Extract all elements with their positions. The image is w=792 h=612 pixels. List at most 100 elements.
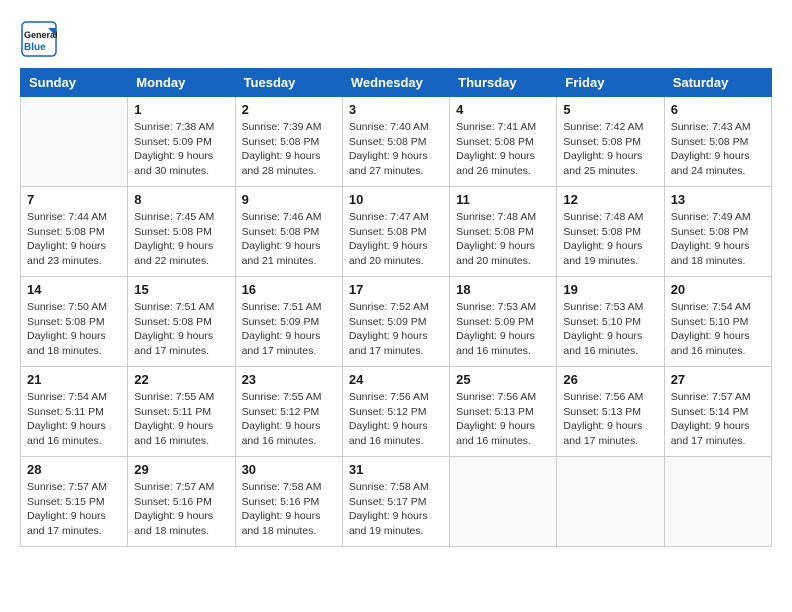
weekday-header-friday: Friday [557, 69, 664, 97]
day-number: 21 [27, 372, 121, 387]
day-info: Sunrise: 7:56 AMSunset: 5:12 PMDaylight:… [349, 390, 443, 449]
day-info: Sunrise: 7:46 AMSunset: 5:08 PMDaylight:… [242, 210, 336, 269]
day-number: 16 [242, 282, 336, 297]
logo-icon: General Blue [20, 20, 58, 58]
day-info: Sunrise: 7:55 AMSunset: 5:12 PMDaylight:… [242, 390, 336, 449]
day-info: Sunrise: 7:58 AMSunset: 5:17 PMDaylight:… [349, 480, 443, 539]
day-number: 4 [456, 102, 550, 117]
calendar-cell: 2 Sunrise: 7:39 AMSunset: 5:08 PMDaylight… [235, 97, 342, 187]
calendar-cell [21, 97, 128, 187]
calendar-cell: 16Sunrise: 7:51 AMSunset: 5:09 PMDayligh… [235, 277, 342, 367]
calendar-cell: 10 Sunrise: 7:47 AMSunset: 5:08 PMDayligh… [342, 187, 449, 277]
calendar-cell: 3 Sunrise: 7:40 AMSunset: 5:08 PMDaylight… [342, 97, 449, 187]
page-header: General Blue [20, 20, 772, 58]
calendar-cell: 25Sunrise: 7:56 AMSunset: 5:13 PMDayligh… [450, 367, 557, 457]
calendar-cell: 15 Sunrise: 7:51 AMSunset: 5:08 PMDayligh… [128, 277, 235, 367]
day-info: Sunrise: 7:51 AMSunset: 5:08 PMDaylight:… [134, 300, 228, 359]
calendar-cell: 24 Sunrise: 7:56 AMSunset: 5:12 PMDayligh… [342, 367, 449, 457]
day-info: Sunrise: 7:48 AMSunset: 5:08 PMDaylight:… [456, 210, 550, 269]
calendar-cell: 22 Sunrise: 7:55 AMSunset: 5:11 PMDayligh… [128, 367, 235, 457]
day-number: 15 [134, 282, 228, 297]
calendar-week-4: 21Sunrise: 7:54 AMSunset: 5:11 PMDayligh… [21, 367, 772, 457]
day-number: 2 [242, 102, 336, 117]
day-info: Sunrise: 7:52 AMSunset: 5:09 PMDaylight:… [349, 300, 443, 359]
calendar-week-1: 1 Sunrise: 7:38 AMSunset: 5:09 PMDaylight… [21, 97, 772, 187]
calendar-cell: 5 Sunrise: 7:42 AMSunset: 5:08 PMDaylight… [557, 97, 664, 187]
weekday-header-tuesday: Tuesday [235, 69, 342, 97]
day-number: 26 [563, 372, 657, 387]
day-number: 22 [134, 372, 228, 387]
day-info: Sunrise: 7:39 AMSunset: 5:08 PMDaylight:… [242, 120, 336, 179]
day-number: 12 [563, 192, 657, 207]
day-number: 28 [27, 462, 121, 477]
day-info: Sunrise: 7:53 AMSunset: 5:09 PMDaylight:… [456, 300, 550, 359]
calendar-body: 1 Sunrise: 7:38 AMSunset: 5:09 PMDaylight… [21, 97, 772, 547]
calendar-cell: 23 Sunrise: 7:55 AMSunset: 5:12 PMDayligh… [235, 367, 342, 457]
calendar-week-5: 28 Sunrise: 7:57 AMSunset: 5:15 PMDayligh… [21, 457, 772, 547]
day-info: Sunrise: 7:55 AMSunset: 5:11 PMDaylight:… [134, 390, 228, 449]
calendar-cell: 19 Sunrise: 7:53 AMSunset: 5:10 PMDayligh… [557, 277, 664, 367]
day-info: Sunrise: 7:43 AMSunset: 5:08 PMDaylight:… [671, 120, 765, 179]
day-number: 5 [563, 102, 657, 117]
day-number: 23 [242, 372, 336, 387]
calendar-week-3: 14Sunrise: 7:50 AMSunset: 5:08 PMDayligh… [21, 277, 772, 367]
day-number: 13 [671, 192, 765, 207]
day-info: Sunrise: 7:58 AMSunset: 5:16 PMDaylight:… [242, 480, 336, 539]
day-number: 3 [349, 102, 443, 117]
day-number: 10 [349, 192, 443, 207]
day-info: Sunrise: 7:53 AMSunset: 5:10 PMDaylight:… [563, 300, 657, 359]
day-number: 18 [456, 282, 550, 297]
day-number: 24 [349, 372, 443, 387]
day-number: 29 [134, 462, 228, 477]
day-info: Sunrise: 7:56 AMSunset: 5:13 PMDaylight:… [456, 390, 550, 449]
calendar-cell: 13 Sunrise: 7:49 AMSunset: 5:08 PMDayligh… [664, 187, 771, 277]
day-number: 17 [349, 282, 443, 297]
calendar-cell: 18 Sunrise: 7:53 AMSunset: 5:09 PMDayligh… [450, 277, 557, 367]
day-number: 14 [27, 282, 121, 297]
day-number: 11 [456, 192, 550, 207]
day-info: Sunrise: 7:48 AMSunset: 5:08 PMDaylight:… [563, 210, 657, 269]
calendar-cell: 8 Sunrise: 7:45 AMSunset: 5:08 PMDaylight… [128, 187, 235, 277]
weekday-header-sunday: Sunday [21, 69, 128, 97]
calendar-cell: 29 Sunrise: 7:57 AMSunset: 5:16 PMDayligh… [128, 457, 235, 547]
day-info: Sunrise: 7:38 AMSunset: 5:09 PMDaylight:… [134, 120, 228, 179]
calendar-table: SundayMondayTuesdayWednesdayThursdayFrid… [20, 68, 772, 547]
day-number: 7 [27, 192, 121, 207]
day-number: 9 [242, 192, 336, 207]
calendar-cell: 30 Sunrise: 7:58 AMSunset: 5:16 PMDayligh… [235, 457, 342, 547]
day-info: Sunrise: 7:49 AMSunset: 5:08 PMDaylight:… [671, 210, 765, 269]
weekday-header-monday: Monday [128, 69, 235, 97]
day-info: Sunrise: 7:42 AMSunset: 5:08 PMDaylight:… [563, 120, 657, 179]
calendar-cell: 28 Sunrise: 7:57 AMSunset: 5:15 PMDayligh… [21, 457, 128, 547]
day-number: 8 [134, 192, 228, 207]
weekday-header-wednesday: Wednesday [342, 69, 449, 97]
calendar-cell: 12 Sunrise: 7:48 AMSunset: 5:08 PMDayligh… [557, 187, 664, 277]
day-info: Sunrise: 7:47 AMSunset: 5:08 PMDaylight:… [349, 210, 443, 269]
day-number: 6 [671, 102, 765, 117]
day-number: 1 [134, 102, 228, 117]
calendar-cell: 27Sunrise: 7:57 AMSunset: 5:14 PMDayligh… [664, 367, 771, 457]
day-info: Sunrise: 7:57 AMSunset: 5:16 PMDaylight:… [134, 480, 228, 539]
day-info: Sunrise: 7:57 AMSunset: 5:15 PMDaylight:… [27, 480, 121, 539]
day-number: 19 [563, 282, 657, 297]
calendar-cell: 1 Sunrise: 7:38 AMSunset: 5:09 PMDaylight… [128, 97, 235, 187]
calendar-cell [664, 457, 771, 547]
day-number: 31 [349, 462, 443, 477]
day-info: Sunrise: 7:56 AMSunset: 5:13 PMDaylight:… [563, 390, 657, 449]
calendar-cell: 11 Sunrise: 7:48 AMSunset: 5:08 PMDayligh… [450, 187, 557, 277]
calendar-header-row: SundayMondayTuesdayWednesdayThursdayFrid… [21, 69, 772, 97]
day-info: Sunrise: 7:45 AMSunset: 5:08 PMDaylight:… [134, 210, 228, 269]
calendar-cell: 7Sunrise: 7:44 AMSunset: 5:08 PMDaylight… [21, 187, 128, 277]
day-number: 27 [671, 372, 765, 387]
day-info: Sunrise: 7:41 AMSunset: 5:08 PMDaylight:… [456, 120, 550, 179]
calendar-cell: 9 Sunrise: 7:46 AMSunset: 5:08 PMDaylight… [235, 187, 342, 277]
weekday-header-saturday: Saturday [664, 69, 771, 97]
calendar-cell: 21Sunrise: 7:54 AMSunset: 5:11 PMDayligh… [21, 367, 128, 457]
calendar-cell [557, 457, 664, 547]
calendar-cell: 26 Sunrise: 7:56 AMSunset: 5:13 PMDayligh… [557, 367, 664, 457]
day-number: 30 [242, 462, 336, 477]
calendar-cell [450, 457, 557, 547]
day-info: Sunrise: 7:40 AMSunset: 5:08 PMDaylight:… [349, 120, 443, 179]
logo: General Blue [20, 20, 58, 58]
calendar-cell: 4 Sunrise: 7:41 AMSunset: 5:08 PMDaylight… [450, 97, 557, 187]
